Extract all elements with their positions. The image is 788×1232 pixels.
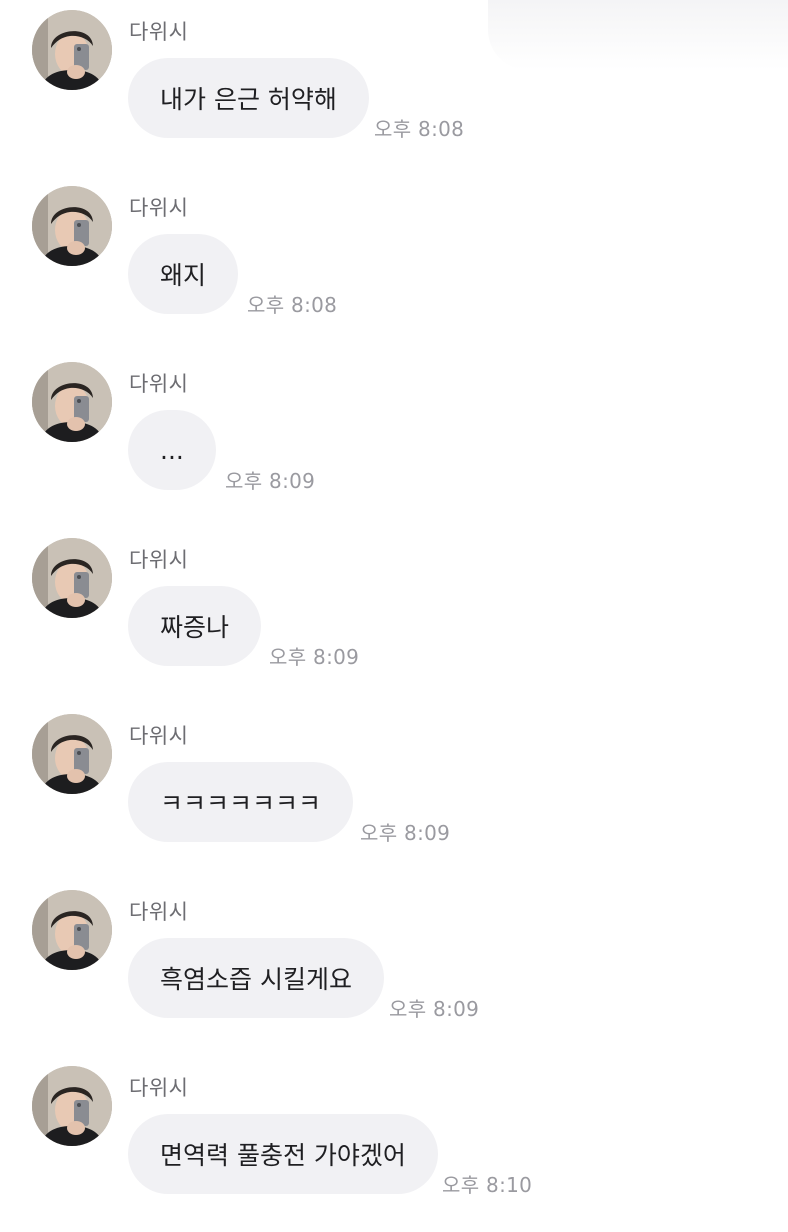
avatar-photo-icon xyxy=(32,362,112,442)
message-timestamp: 오후 8:08 xyxy=(247,293,338,317)
avatar-photo-icon xyxy=(32,10,112,90)
sender-avatar[interactable] xyxy=(32,362,112,442)
avatar-photo-icon xyxy=(32,538,112,618)
message-bubble[interactable]: 흑염소즙 시킬게요 xyxy=(128,938,384,1018)
message-row: 다위시 ㅋㅋㅋㅋㅋㅋㅋ 오후 8:09 xyxy=(0,704,788,880)
avatar-photo-icon xyxy=(32,1066,112,1146)
sender-name: 다위시 xyxy=(129,1076,189,1100)
message-bubble[interactable]: 짜증나 xyxy=(128,586,262,666)
message-timestamp: 오후 8:08 xyxy=(374,117,465,141)
message-timestamp: 오후 8:09 xyxy=(225,469,316,493)
avatar-photo-icon xyxy=(32,714,112,794)
message-bubble[interactable]: 면역력 풀충전 가야겠어 xyxy=(128,1114,438,1194)
message-row: 다위시 왜지 오후 8:08 xyxy=(0,176,788,352)
sender-name: 다위시 xyxy=(129,20,189,44)
sender-name: 다위시 xyxy=(129,724,189,748)
sender-avatar[interactable] xyxy=(32,890,112,970)
sender-avatar[interactable] xyxy=(32,10,112,90)
message-bubble[interactable]: 내가 은근 허약해 xyxy=(128,58,369,138)
sender-avatar[interactable] xyxy=(32,186,112,266)
message-timestamp: 오후 8:09 xyxy=(360,821,451,845)
sender-name: 다위시 xyxy=(129,900,189,924)
sender-name: 다위시 xyxy=(129,196,189,220)
message-timestamp: 오후 8:09 xyxy=(389,997,480,1021)
sender-name: 다위시 xyxy=(129,548,189,572)
message-bubble[interactable]: ... xyxy=(128,410,216,490)
avatar-photo-icon xyxy=(32,890,112,970)
message-row: 다위시 면역력 풀충전 가야겠어 오후 8:10 xyxy=(0,1056,788,1232)
sender-avatar[interactable] xyxy=(32,1066,112,1146)
message-row: 다위시 짜증나 오후 8:09 xyxy=(0,528,788,704)
message-bubble[interactable]: 왜지 xyxy=(128,234,239,314)
sender-avatar[interactable] xyxy=(32,538,112,618)
message-timestamp: 오후 8:10 xyxy=(442,1173,533,1197)
chat-message-list[interactable]: 다위시 내가 은근 허약해 오후 8:08 다위시 왜지 오후 8:08 다위시… xyxy=(0,0,788,1200)
message-row: 다위시 내가 은근 허약해 오후 8:08 xyxy=(0,0,788,176)
sender-avatar[interactable] xyxy=(32,714,112,794)
sender-name: 다위시 xyxy=(129,372,189,396)
message-bubble[interactable]: ㅋㅋㅋㅋㅋㅋㅋ xyxy=(128,762,354,842)
avatar-photo-icon xyxy=(32,186,112,266)
message-timestamp: 오후 8:09 xyxy=(269,645,360,669)
message-row: 다위시 흑염소즙 시킬게요 오후 8:09 xyxy=(0,880,788,1056)
message-row: 다위시 ... 오후 8:09 xyxy=(0,352,788,528)
